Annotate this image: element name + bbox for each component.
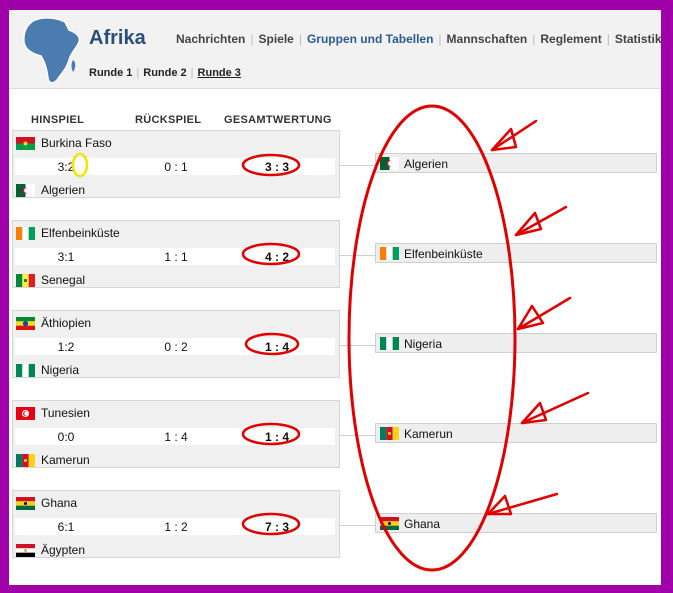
nigeria-flag-icon: [16, 364, 35, 378]
home-team: Elfenbeinküste: [16, 226, 120, 241]
winner-name: Algerien: [404, 157, 449, 171]
first-leg-score: 1:2: [57, 340, 75, 354]
winner-slot[interactable]: Algerien: [375, 153, 657, 173]
page-frame: Afrika Nachrichten | Spiele | Gruppen und Ta…: [9, 10, 661, 585]
bracket-connector: [340, 345, 376, 346]
bracket-connector: [340, 255, 376, 256]
team-name: Elfenbeinküste: [41, 226, 120, 240]
match-card[interactable]: Äthiopien 1:2 0 : 2 1 : 4 Nigeria: [12, 310, 340, 378]
main-nav: Nachrichten | Spiele | Gruppen und Tabellen |…: [176, 32, 661, 46]
africa-map-icon: [23, 17, 81, 84]
team-name: Kamerun: [41, 453, 90, 467]
aggregate-score: 3 : 3: [264, 160, 289, 174]
team-name: Nigeria: [41, 363, 80, 377]
aggregate-score: 7 : 3: [264, 520, 289, 534]
algeria-flag-icon: [380, 157, 399, 170]
away-team: Senegal: [16, 273, 86, 288]
ghana-flag-icon: [380, 517, 399, 530]
winner-slot[interactable]: Kamerun: [375, 423, 657, 443]
aggregate-score: 4 : 2: [264, 250, 289, 264]
match-card[interactable]: Burkina Faso 3:2 0 : 1 3 : 3 Algerien: [12, 130, 340, 198]
bracket-connector: [340, 435, 376, 436]
round-nav: Runde 1 | Runde 2 | Runde 3: [89, 67, 241, 79]
match-card[interactable]: Elfenbeinküste 3:1 1 : 1 4 : 2 Senegal: [12, 220, 340, 288]
team-name: Ghana: [41, 496, 78, 510]
nav-item-nachrichten[interactable]: Nachrichten: [176, 32, 245, 46]
nav-item-statistik[interactable]: Statistik: [615, 32, 661, 46]
ethiopia-flag-icon: [16, 317, 35, 331]
second-leg-score: 0 : 2: [164, 340, 188, 354]
column-header-second-leg: RÜCKSPIEL: [135, 114, 202, 126]
winner-slot[interactable]: Nigeria: [375, 333, 657, 353]
match-card[interactable]: Tunesien 0:0 1 : 4 1 : 4 Kamerun: [12, 400, 340, 468]
burkina-faso-flag-icon: [16, 137, 35, 151]
score-row: 3:2 0 : 1 3 : 3: [15, 158, 335, 175]
away-team: Ägypten: [16, 543, 86, 558]
second-leg-score: 1 : 2: [164, 520, 188, 534]
team-name: Algerien: [41, 183, 86, 197]
cameroon-flag-icon: [380, 427, 399, 440]
winner-name: Nigeria: [404, 337, 443, 351]
home-team: Ghana: [16, 496, 78, 511]
nav-item-reglement[interactable]: Reglement: [540, 32, 601, 46]
ivory-coast-flag-icon: [16, 227, 35, 241]
round-tab-3[interactable]: Runde 3: [198, 67, 241, 79]
match-card[interactable]: Ghana 6:1 1 : 2 7 : 3 Ägypten: [12, 490, 340, 558]
first-leg-score: 3:1: [57, 250, 75, 264]
bracket-connector: [340, 165, 376, 166]
winner-slot[interactable]: Elfenbeinküste: [375, 243, 657, 263]
team-name: Äthiopien: [41, 316, 92, 330]
column-header-aggregate: GESAMTWERTUNG: [224, 114, 332, 126]
egypt-flag-icon: [16, 544, 35, 558]
first-leg-score: 6:1: [57, 520, 75, 534]
winner-name: Kamerun: [404, 427, 453, 441]
winner-name: Ghana: [404, 517, 441, 531]
column-header-first-leg: HINSPIEL: [31, 114, 85, 126]
ghana-flag-icon: [16, 497, 35, 511]
bracket: HINSPIEL RÜCKSPIEL GESAMTWERTUNG Burkina…: [9, 98, 661, 585]
aggregate-score: 1 : 4: [264, 430, 289, 444]
section-header: Afrika Nachrichten | Spiele | Gruppen und Ta…: [9, 10, 661, 89]
team-name: Burkina Faso: [41, 136, 112, 150]
winner-slot[interactable]: Ghana: [375, 513, 657, 533]
away-team: Nigeria: [16, 363, 80, 378]
nav-item-mannschaften[interactable]: Mannschaften: [447, 32, 528, 46]
away-team: Kamerun: [16, 453, 90, 468]
score-row: 6:1 1 : 2 7 : 3: [15, 518, 335, 535]
winner-name: Elfenbeinküste: [404, 247, 483, 261]
second-leg-score: 1 : 1: [164, 250, 188, 264]
away-team: Algerien: [16, 183, 86, 198]
nigeria-flag-icon: [380, 337, 399, 350]
score-row: 1:2 0 : 2 1 : 4: [15, 338, 335, 355]
home-team: Äthiopien: [16, 316, 92, 331]
tunisia-flag-icon: [16, 407, 35, 421]
first-leg-score: 0:0: [57, 430, 75, 444]
first-leg-score: 3:2: [57, 160, 75, 174]
home-team: Burkina Faso: [16, 136, 112, 151]
algeria-flag-icon: [16, 184, 35, 198]
nav-item-gruppen-und-tabellen[interactable]: Gruppen und Tabellen: [307, 32, 433, 46]
team-name: Senegal: [41, 273, 86, 287]
cameroon-flag-icon: [16, 454, 35, 468]
ivory-coast-flag-icon: [380, 247, 399, 260]
region-title: Afrika: [89, 27, 146, 49]
second-leg-score: 1 : 4: [164, 430, 188, 444]
score-row: 3:1 1 : 1 4 : 2: [15, 248, 335, 265]
aggregate-score: 1 : 4: [264, 340, 289, 354]
home-team: Tunesien: [16, 406, 90, 421]
round-tab-2[interactable]: Runde 2: [143, 67, 186, 79]
second-leg-score: 0 : 1: [164, 160, 188, 174]
team-name: Tunesien: [41, 406, 90, 420]
round-tab-1[interactable]: Runde 1: [89, 67, 132, 79]
score-row: 0:0 1 : 4 1 : 4: [15, 428, 335, 445]
team-name: Ägypten: [41, 543, 86, 557]
senegal-flag-icon: [16, 274, 35, 288]
bracket-connector: [340, 525, 376, 526]
nav-item-spiele[interactable]: Spiele: [258, 32, 293, 46]
